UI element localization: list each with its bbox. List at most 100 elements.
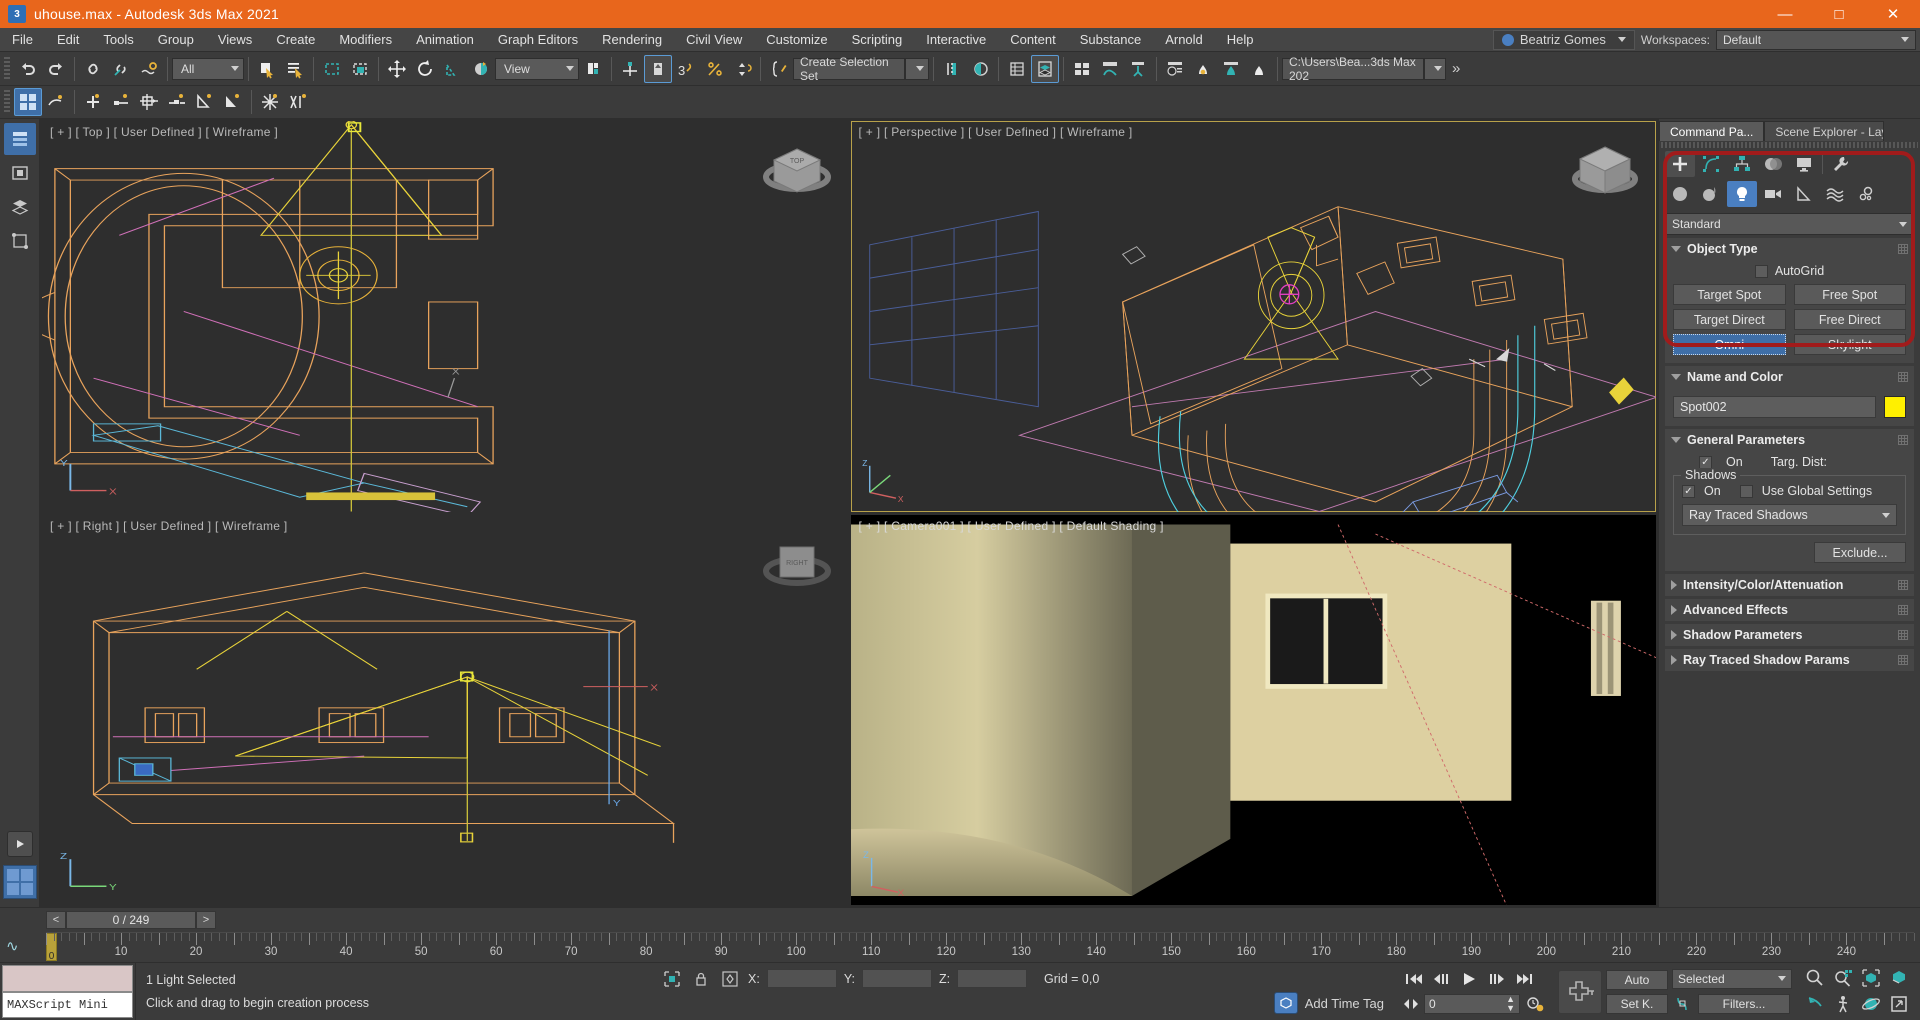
render-frame-window-icon[interactable]: [1217, 55, 1245, 83]
spinner-snap-toggle-icon[interactable]: [728, 55, 756, 83]
menu-edit[interactable]: Edit: [45, 28, 91, 52]
compass-helper-icon[interactable]: [219, 88, 247, 116]
unlink-selection-icon[interactable]: [107, 55, 135, 83]
render-setup-icon[interactable]: [1189, 55, 1217, 83]
rollout-shadow-parameters-header[interactable]: Shadow Parameters: [1665, 624, 1914, 646]
previous-frame-button[interactable]: <: [46, 911, 66, 929]
select-and-move-icon[interactable]: [383, 55, 411, 83]
tab-scene-explorer[interactable]: Scene Explorer - Layer Explo...: [1764, 121, 1885, 141]
toolbar-grip[interactable]: [4, 56, 10, 81]
light-on-checkbox[interactable]: ✓: [1699, 455, 1712, 469]
protractor-helper-icon[interactable]: [191, 88, 219, 116]
free-direct-button[interactable]: Free Direct: [1793, 309, 1906, 330]
angle-snap-toggle-icon[interactable]: 3: [672, 55, 700, 83]
selection-lock-region-icon[interactable]: [661, 969, 683, 989]
viewport-right-label[interactable]: [ + ] [ Right ] [ User Defined ] [ Wiref…: [50, 519, 288, 533]
skylight-button[interactable]: Skylight: [1793, 334, 1906, 355]
toolbar-overflow-icon[interactable]: »: [1446, 60, 1466, 77]
render-production-icon[interactable]: [1245, 55, 1273, 83]
rollout-object-type-header[interactable]: Object Type: [1665, 238, 1914, 260]
rollout-ray-traced-header[interactable]: Ray Traced Shadow Params: [1665, 649, 1914, 671]
target-direct-button[interactable]: Target Direct: [1673, 309, 1786, 330]
menu-modifiers[interactable]: Modifiers: [327, 28, 404, 52]
dummy-helper-icon[interactable]: [79, 88, 107, 116]
mirror-icon[interactable]: [938, 55, 966, 83]
window-crossing-toggle-icon[interactable]: [346, 55, 374, 83]
z-coordinate-input[interactable]: [957, 969, 1028, 989]
grid-helper-icon[interactable]: [135, 88, 163, 116]
menu-civil-view[interactable]: Civil View: [674, 28, 754, 52]
time-tag-icon[interactable]: [1273, 992, 1298, 1015]
material-editor-icon[interactable]: [1161, 55, 1189, 83]
zoom-all-icon[interactable]: [1830, 966, 1856, 990]
menu-arnold[interactable]: Arnold: [1153, 28, 1215, 52]
maximize-button[interactable]: □: [1812, 0, 1866, 28]
viewport-perspective-label[interactable]: [ + ] [ Perspective ] [ User Defined ] […: [859, 125, 1133, 139]
set-tangents-icon[interactable]: [1672, 993, 1694, 1015]
menu-help[interactable]: Help: [1215, 28, 1266, 52]
systems-icon[interactable]: [1851, 181, 1881, 207]
current-frame-spinner[interactable]: 0 ▲ ▼: [1424, 994, 1520, 1015]
menu-file[interactable]: File: [0, 28, 45, 52]
frame-counter[interactable]: 0 / 249: [66, 911, 196, 929]
reference-coordinate-system-select[interactable]: View: [495, 57, 579, 80]
minimize-button[interactable]: —: [1758, 0, 1812, 28]
rollout-advanced-effects-header[interactable]: Advanced Effects: [1665, 599, 1914, 621]
shapes-icon[interactable]: [1696, 181, 1726, 207]
create-selection-set-field[interactable]: Create Selection Set: [793, 55, 905, 83]
grid-icon[interactable]: [2, 865, 37, 899]
play-icon[interactable]: [6, 831, 33, 857]
walkthrough-icon[interactable]: [1830, 992, 1856, 1016]
selection-filter-select[interactable]: All: [172, 57, 244, 80]
menu-tools[interactable]: Tools: [91, 28, 145, 52]
go-to-start-icon[interactable]: [1400, 968, 1426, 990]
rollout-name-and-color-header[interactable]: Name and Color: [1665, 366, 1914, 388]
time-configuration-icon[interactable]: [1522, 993, 1548, 1015]
zoom-icon[interactable]: [1802, 966, 1828, 990]
point-helper-icon[interactable]: [107, 88, 135, 116]
user-account-button[interactable]: Beatriz Gomes: [1492, 29, 1635, 50]
snaps-toggle-icon[interactable]: [644, 54, 672, 83]
rollout-general-parameters-header[interactable]: General Parameters: [1665, 429, 1914, 451]
menu-views[interactable]: Views: [206, 28, 264, 52]
omni-button[interactable]: Omni: [1673, 334, 1786, 355]
key-filter-select[interactable]: Selected: [1672, 968, 1792, 989]
workspace-select[interactable]: Default: [1716, 29, 1916, 50]
schematic-view-icon[interactable]: [1124, 55, 1152, 83]
motion-tab-icon[interactable]: [1758, 151, 1788, 177]
hierarchy-tab-icon[interactable]: [1727, 151, 1757, 177]
target-spot-button[interactable]: Target Spot: [1673, 284, 1786, 305]
array-icon[interactable]: [284, 88, 312, 116]
scene-explorer-icon[interactable]: [1031, 54, 1059, 83]
create-tab-icon[interactable]: [1665, 151, 1695, 177]
zoom-region-icon[interactable]: [1886, 966, 1912, 990]
timeline-curve-icon[interactable]: ∿: [6, 937, 19, 955]
rollout-intensity-header[interactable]: Intensity/Color/Attenuation: [1665, 574, 1914, 596]
light-category-select[interactable]: Standard: [1665, 213, 1914, 235]
shadows-on-checkbox[interactable]: ✓: [1682, 484, 1695, 498]
use-pivot-point-center-icon[interactable]: [579, 55, 607, 83]
select-and-place-icon[interactable]: [467, 55, 495, 83]
select-by-name-icon[interactable]: [281, 55, 309, 83]
rectangular-selection-region-icon[interactable]: [318, 55, 346, 83]
tape-measure-icon[interactable]: [163, 88, 191, 116]
select-and-rotate-icon[interactable]: [411, 55, 439, 83]
free-spot-button[interactable]: Free Spot: [1793, 284, 1906, 305]
curve-editor-icon[interactable]: [1096, 55, 1124, 83]
geometry-icon[interactable]: [1665, 181, 1695, 207]
menu-animation[interactable]: Animation: [404, 28, 486, 52]
snapshot-icon[interactable]: [256, 88, 284, 116]
orbit-icon[interactable]: [1858, 992, 1884, 1016]
viewport-camera-label[interactable]: [ + ] [ Camera001 ] [ User Defined ] [ D…: [859, 519, 1164, 533]
lights-icon[interactable]: [1727, 181, 1757, 207]
set-key-button[interactable]: Set K.: [1606, 993, 1668, 1014]
layer-stack-icon[interactable]: [4, 191, 36, 223]
close-button[interactable]: ✕: [1866, 0, 1920, 28]
select-object-icon[interactable]: [253, 55, 281, 83]
menu-scripting[interactable]: Scripting: [840, 28, 915, 52]
select-and-link-icon[interactable]: [79, 55, 107, 83]
autogrid-checkbox[interactable]: [1754, 264, 1768, 278]
y-coordinate-input[interactable]: [861, 969, 932, 989]
select-and-scale-icon[interactable]: [439, 55, 467, 83]
viewcube-perspective[interactable]: [1566, 131, 1644, 209]
